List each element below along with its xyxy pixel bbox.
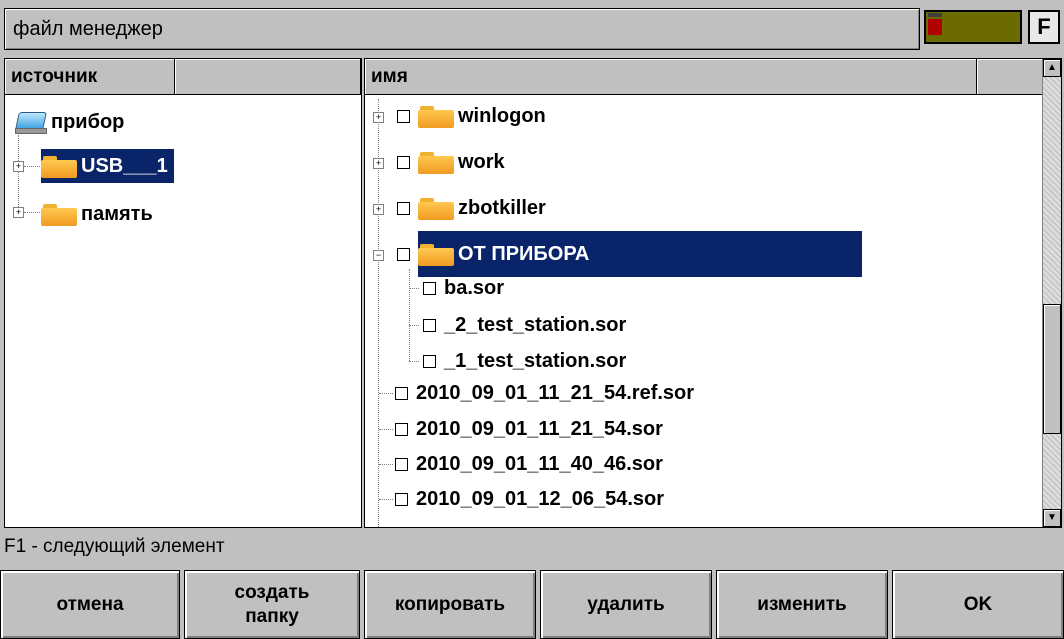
checkbox[interactable] [397, 247, 410, 261]
device-icon [13, 110, 47, 134]
tree-item-usb[interactable]: USB___1 [41, 149, 174, 183]
cancel-button[interactable]: отмена [0, 570, 180, 639]
title-bar: файл менеджер F [0, 0, 1064, 56]
tree-item-memory[interactable]: память [41, 197, 153, 231]
file-list-pane: имя + winlogon + work + zbotkiller − ОТ … [364, 58, 1062, 528]
folder-icon [418, 196, 454, 220]
create-folder-button[interactable]: создать папку [184, 570, 360, 639]
window-title: файл менеджер [13, 18, 163, 40]
file-item-sor-3[interactable]: 2010_09_01_12_06_54.sor [395, 482, 664, 516]
checkbox[interactable] [395, 386, 408, 400]
tree-item-label: прибор [51, 110, 125, 133]
delete-button[interactable]: удалить [540, 570, 712, 639]
tree-item-label: USB___1 [81, 154, 168, 177]
checkbox[interactable] [397, 155, 410, 169]
expand-icon[interactable]: + [373, 204, 384, 215]
scroll-up-icon[interactable]: ▲ [1043, 59, 1061, 77]
scroll-thumb[interactable] [1043, 304, 1061, 434]
expand-icon[interactable]: + [13, 207, 24, 218]
folder-icon [418, 104, 454, 128]
expand-icon[interactable]: + [373, 112, 384, 123]
file-item-label: 2010_09_01_12_06_54.sor [416, 487, 665, 510]
file-item-label: ba.sor [444, 276, 505, 299]
folder-icon [41, 154, 77, 178]
file-item-work[interactable]: work [397, 145, 505, 179]
file-item-label: zbotkiller [458, 196, 546, 219]
copy-button[interactable]: копировать [364, 570, 536, 639]
collapse-icon[interactable]: − [373, 250, 384, 261]
checkbox[interactable] [395, 492, 408, 506]
source-pane: источник прибор + USB___1 + память [4, 58, 362, 528]
folder-icon [41, 202, 77, 226]
name-column-header[interactable]: имя [365, 59, 977, 95]
file-item-label: work [458, 150, 505, 173]
ok-button[interactable]: OK [892, 570, 1064, 639]
checkbox[interactable] [395, 457, 408, 471]
button-bar: отмена создать папку копировать удалить … [0, 570, 1064, 639]
file-item-label: ОТ ПРИБОРА [458, 242, 590, 265]
file-item-label: 2010_09_01_11_40_46.sor [416, 452, 663, 475]
checkbox[interactable] [397, 109, 410, 123]
file-item-ba-sor[interactable]: ba.sor [423, 271, 504, 305]
tree-item-device[interactable]: прибор [13, 105, 124, 139]
file-item-ref-sor[interactable]: 2010_09_01_11_21_54.ref.sor [395, 376, 694, 410]
file-item-label: winlogon [458, 104, 546, 127]
rename-button[interactable]: изменить [716, 570, 888, 639]
file-item-label: _1_test_station.sor [444, 349, 627, 372]
name-column-header-empty[interactable] [977, 59, 1043, 95]
expand-icon[interactable]: + [13, 161, 24, 172]
checkbox[interactable] [423, 318, 436, 332]
checkbox[interactable] [423, 281, 436, 295]
tree-item-label: память [81, 202, 153, 225]
file-item-sor-1[interactable]: 2010_09_01_11_21_54.sor [395, 412, 663, 446]
function-key-button[interactable]: F [1028, 10, 1060, 44]
checkbox[interactable] [395, 422, 408, 436]
source-column-header[interactable]: источник [5, 59, 175, 95]
file-item-label: 2010_09_01_11_21_54.ref.sor [416, 381, 695, 404]
file-item-2-test-station[interactable]: _2_test_station.sor [423, 308, 626, 342]
title-panel: файл менеджер [4, 8, 920, 50]
folder-icon [418, 150, 454, 174]
scroll-down-icon[interactable]: ▼ [1043, 509, 1061, 527]
file-item-label: _2_test_station.sor [444, 313, 627, 336]
file-item-winlogon[interactable]: winlogon [397, 99, 546, 133]
file-item-ot-pribora[interactable]: ОТ ПРИБОРА [397, 231, 862, 277]
battery-indicator-icon [924, 10, 1022, 44]
status-hint: F1 - следующий элемент [4, 536, 225, 557]
file-item-label: 2010_09_01_11_21_54.sor [416, 417, 663, 440]
vertical-scrollbar[interactable]: ▲ ▼ [1042, 59, 1061, 527]
file-item-sor-2[interactable]: 2010_09_01_11_40_46.sor [395, 447, 663, 481]
checkbox[interactable] [423, 354, 436, 368]
folder-icon [418, 242, 454, 266]
source-column-header-empty[interactable] [175, 59, 361, 95]
expand-icon[interactable]: + [373, 158, 384, 169]
file-item-zbotkiller[interactable]: zbotkiller [397, 191, 546, 225]
file-item-1-test-station[interactable]: _1_test_station.sor [423, 344, 626, 378]
checkbox[interactable] [397, 201, 410, 215]
